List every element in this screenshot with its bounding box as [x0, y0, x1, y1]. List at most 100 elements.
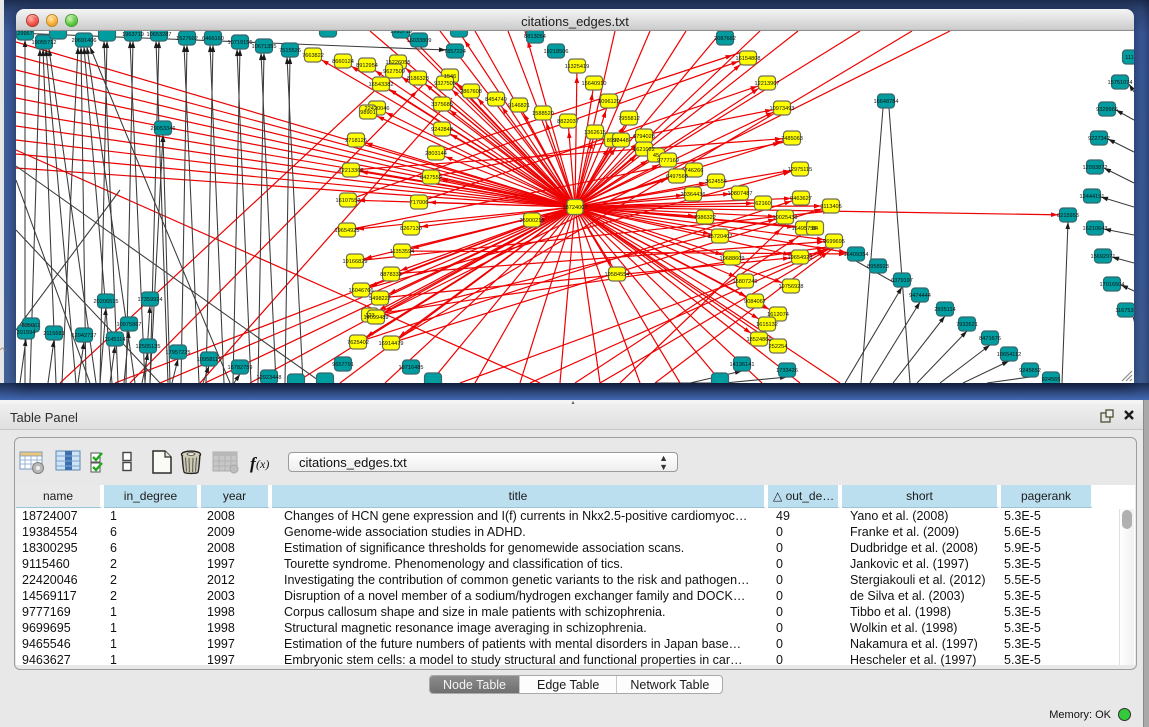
svg-text:20691406: 20691406	[72, 38, 97, 44]
svg-text:9699695: 9699695	[823, 239, 845, 245]
svg-text:8822037: 8822037	[557, 119, 579, 125]
svg-text:62160: 62160	[755, 201, 771, 207]
svg-text:8215953: 8215953	[1057, 213, 1079, 219]
svg-text:17016504: 17016504	[1100, 282, 1125, 288]
svg-text:17359924: 17359924	[138, 297, 163, 303]
svg-text:7625402: 7625402	[347, 340, 369, 346]
svg-text:15226055: 15226055	[386, 60, 411, 66]
svg-text:16648784: 16648784	[874, 99, 899, 105]
svg-text:10975867: 10975867	[117, 322, 142, 328]
svg-text:8427552: 8427552	[420, 175, 442, 181]
svg-text:16914479: 16914479	[379, 341, 404, 347]
svg-text:7932621: 7932621	[956, 322, 978, 328]
svg-text:8186328: 8186328	[407, 76, 429, 82]
svg-text:10973493: 10973493	[770, 106, 795, 112]
svg-text:11325419: 11325419	[565, 64, 589, 70]
svg-text:14136141: 14136141	[730, 362, 755, 368]
svg-text:3113405: 3113405	[820, 204, 841, 210]
svg-text:(x): (x)	[256, 457, 269, 471]
svg-text:9777169: 9777169	[657, 158, 679, 164]
svg-text:84: 84	[812, 226, 818, 232]
svg-text:19654923: 19654923	[788, 255, 813, 261]
svg-text:10719155: 10719155	[228, 40, 253, 46]
svg-text:19756928: 19756928	[779, 284, 804, 290]
svg-text:9463627: 9463627	[790, 196, 812, 202]
svg-text:6466160: 6466160	[202, 36, 224, 42]
svg-text:2935114: 2935114	[934, 307, 955, 313]
svg-text:19166829: 19166829	[343, 259, 368, 265]
svg-text:8660124: 8660124	[332, 59, 354, 65]
svg-text:1588520: 1588520	[532, 111, 554, 117]
svg-text:2115681: 2115681	[43, 331, 64, 337]
svg-text:1167533: 1167533	[1115, 308, 1134, 314]
svg-text:1096129: 1096129	[598, 99, 620, 105]
svg-text:2867608: 2867608	[460, 89, 482, 95]
svg-text:1615132: 1615132	[756, 322, 778, 328]
svg-text:90448: 90448	[613, 138, 629, 144]
svg-text:8878332: 8878332	[380, 272, 402, 278]
svg-text:15720407: 15720407	[708, 234, 733, 240]
svg-text:9227342: 9227342	[1088, 136, 1110, 142]
svg-text:16409354: 16409354	[844, 252, 869, 258]
svg-text:98901: 98901	[360, 110, 376, 116]
svg-text:9329966: 9329966	[1096, 107, 1118, 113]
svg-text:10653287: 10653287	[147, 32, 172, 38]
svg-text:7986322: 7986322	[694, 215, 716, 221]
svg-text:20206515: 20206515	[94, 299, 119, 305]
svg-text:8454749: 8454749	[485, 97, 507, 103]
svg-text:8267130: 8267130	[400, 226, 422, 232]
svg-text:6379197: 6379197	[891, 278, 913, 284]
svg-text:19584554: 19584554	[605, 272, 630, 278]
svg-text:1621022: 1621022	[633, 147, 655, 153]
svg-text:10807487: 10807487	[728, 191, 753, 197]
svg-text:8471676: 8471676	[979, 336, 1001, 342]
svg-text:10671355: 10671355	[252, 44, 277, 50]
svg-text:16543382: 16543382	[369, 82, 394, 88]
svg-text:7663822: 7663822	[302, 53, 324, 59]
svg-text:9242848: 9242848	[431, 127, 453, 133]
svg-text:9146821: 9146821	[508, 103, 530, 109]
svg-text:16033809: 16033809	[407, 38, 432, 44]
svg-text:15640910: 15640910	[582, 81, 607, 87]
svg-text:835061: 835061	[22, 323, 41, 329]
svg-text:924565: 924565	[1042, 377, 1061, 383]
svg-text:29957: 29957	[17, 31, 33, 37]
svg-text:16046766: 16046766	[349, 288, 374, 294]
svg-text:1362615: 1362615	[584, 130, 606, 136]
svg-text:12444191: 12444191	[1080, 194, 1105, 200]
svg-text:11353594: 11353594	[390, 249, 414, 255]
svg-text:16210643: 16210643	[1083, 226, 1108, 232]
svg-text:7515526: 7515526	[279, 48, 301, 54]
svg-text:7955812: 7955812	[618, 116, 640, 122]
svg-text:391594: 391594	[17, 330, 36, 336]
svg-text:252254: 252254	[769, 344, 788, 350]
svg-text:1993719: 1993719	[390, 31, 412, 35]
svg-text:9084067: 9084067	[744, 299, 766, 305]
svg-text:16782759: 16782759	[228, 365, 253, 371]
svg-text:15751074: 15751074	[1108, 80, 1133, 86]
svg-text:19654925: 19654925	[335, 228, 360, 234]
svg-text:6497568: 6497568	[666, 174, 688, 180]
svg-text:12923448: 12923448	[257, 375, 282, 381]
svg-text:1612074: 1612074	[767, 312, 789, 318]
svg-text:19716485: 19716485	[399, 365, 424, 371]
svg-text:29053346: 29053346	[151, 126, 176, 132]
svg-text:1145114: 1145114	[105, 337, 126, 343]
svg-text:10958117: 10958117	[197, 357, 221, 363]
svg-text:17957225: 17957225	[166, 350, 191, 356]
svg-text:5498222: 5498222	[369, 296, 391, 302]
svg-text:10654112: 10654112	[997, 352, 1021, 358]
svg-text:25900215: 25900215	[520, 218, 545, 224]
svg-text:18524861: 18524861	[747, 337, 772, 343]
svg-text:1117: 1117	[1125, 55, 1134, 61]
svg-text:1546: 1546	[444, 74, 456, 80]
svg-text:2718126: 2718126	[345, 138, 367, 144]
svg-text:7857224: 7857224	[444, 49, 466, 55]
svg-text:1527602: 1527602	[176, 36, 198, 42]
svg-text:717006: 717006	[410, 200, 429, 206]
svg-text:20364436: 20364436	[681, 192, 706, 198]
svg-text:10688609: 10688609	[720, 256, 745, 262]
svg-text:8912954: 8912954	[356, 63, 378, 69]
svg-text:18724007: 18724007	[563, 205, 588, 211]
svg-text:9474444: 9474444	[909, 293, 931, 299]
